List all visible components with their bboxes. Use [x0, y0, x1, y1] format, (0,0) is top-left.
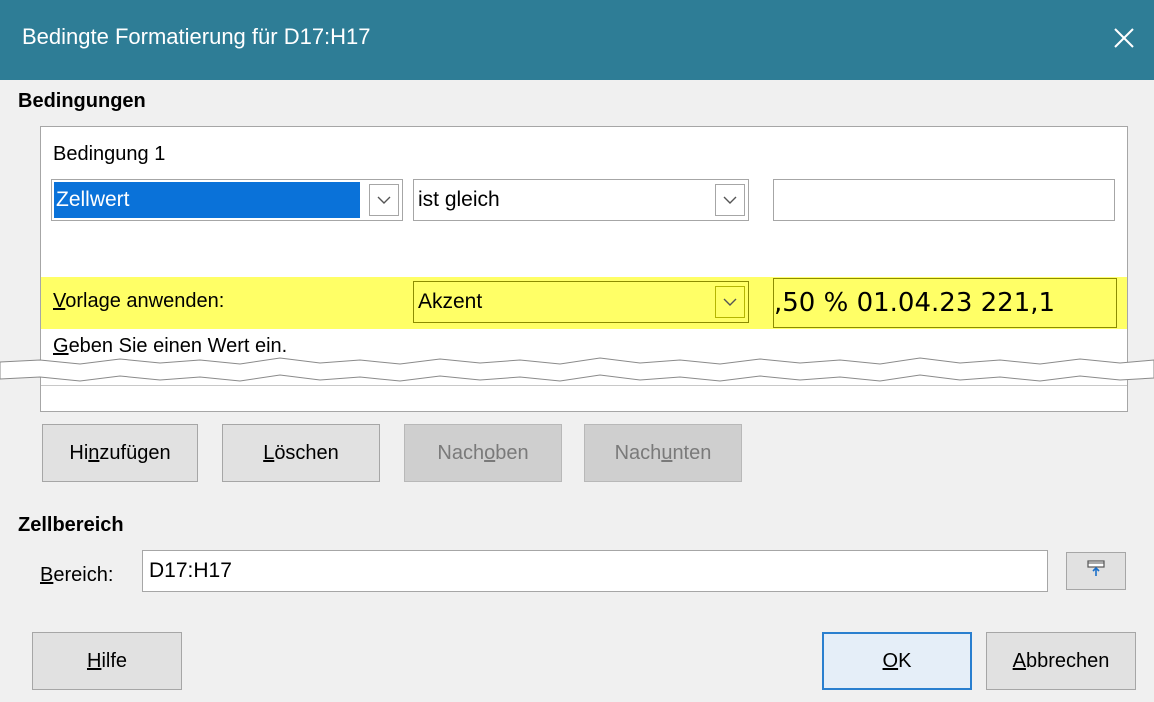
- chevron-down-icon[interactable]: [715, 184, 745, 216]
- operator-combo[interactable]: ist gleich: [413, 179, 749, 221]
- delete-button[interactable]: Löschen: [222, 424, 380, 482]
- style-value: Akzent: [418, 290, 483, 313]
- shrink-icon: [1087, 559, 1105, 583]
- move-up-button[interactable]: Nach o ben: [404, 424, 562, 482]
- condition-row: Zellwert ist gleich: [41, 179, 1127, 227]
- dialog-body: Bedingungen Bedingung 1 Zellwert ist gle…: [0, 80, 1154, 702]
- style-preview: ,50 % 01.04.23 221,1: [773, 278, 1117, 328]
- window-title: Bedingte Formatierung für D17:H17: [22, 24, 371, 49]
- apply-style-row: Vorlage anwenden: Akzent ,50 % 01.04.23 …: [41, 277, 1127, 329]
- title-bar: Bedingte Formatierung für D17:H17: [0, 0, 1154, 80]
- cancel-button[interactable]: Abbrechen: [986, 632, 1136, 690]
- close-icon[interactable]: [1104, 18, 1144, 58]
- operator-value: ist gleich: [418, 188, 500, 211]
- chevron-down-icon[interactable]: [715, 286, 745, 318]
- ok-button[interactable]: OK: [822, 632, 972, 690]
- range-input[interactable]: D17:H17: [142, 550, 1048, 592]
- apply-style-label: Vorlage anwenden:: [53, 290, 225, 312]
- condition-value-input[interactable]: [773, 179, 1115, 221]
- condition-type-combo[interactable]: Zellwert: [51, 179, 403, 221]
- style-preview-text: ,50 % 01.04.23 221,1: [774, 288, 1056, 318]
- add-button[interactable]: Hi n zufügen: [42, 424, 198, 482]
- range-label: Bereich:: [40, 564, 114, 586]
- move-down-button[interactable]: Nach u nten: [584, 424, 742, 482]
- condition-type-value: Zellwert: [56, 188, 130, 211]
- conditions-heading: Bedingungen: [18, 90, 146, 112]
- chevron-down-icon[interactable]: [369, 184, 399, 216]
- cell-range-heading: Zellbereich: [18, 514, 124, 536]
- range-value: D17:H17: [149, 559, 232, 582]
- style-combo[interactable]: Akzent: [413, 281, 749, 323]
- condition-header: Bedingung 1: [53, 143, 166, 165]
- shrink-button[interactable]: [1066, 552, 1126, 590]
- torn-edge-decoration: [0, 357, 1154, 382]
- help-button[interactable]: Hilfe: [32, 632, 182, 690]
